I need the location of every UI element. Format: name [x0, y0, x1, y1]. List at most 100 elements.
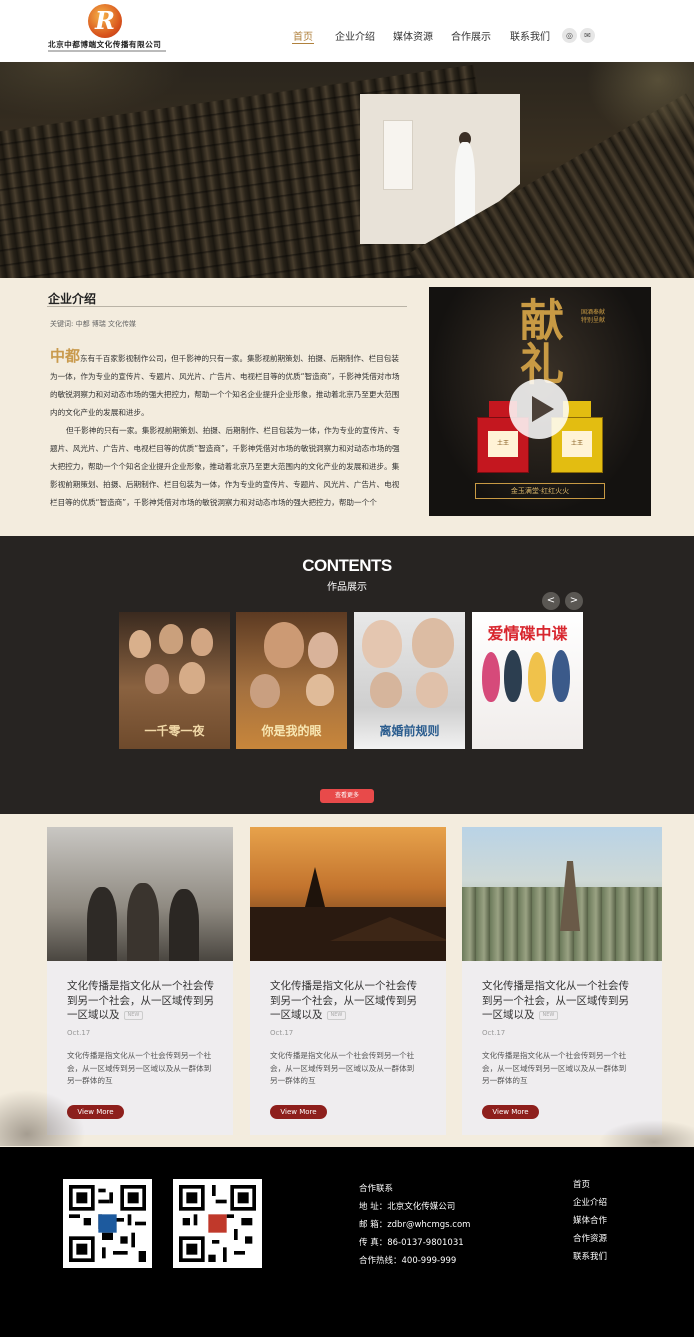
- site-header: R 北京中都博端文化传播有限公司 首页 企业介绍 媒体资源 合作展示 联系我们 …: [0, 0, 694, 62]
- poster-portrait: [264, 622, 304, 668]
- news-card[interactable]: 文化传播是指文化从一个社会传到另一个社会，从一区域传到另一区域以及 NEW Oct…: [462, 827, 662, 1135]
- footer-link-company-intro[interactable]: 企业介绍: [573, 1194, 607, 1212]
- nav-active-indicator: [292, 43, 314, 44]
- poster-card[interactable]: 离婚前规则: [354, 612, 465, 749]
- new-badge: NEW: [538, 1010, 559, 1020]
- promo-video[interactable]: 献礼 国酒奉献 特别呈献 土王 土王 金玉满堂·红红火火: [429, 287, 651, 516]
- poster-portrait: [250, 674, 280, 708]
- ink-decoration: [594, 1118, 694, 1148]
- poster-portrait: [412, 618, 454, 668]
- poster-portrait: [370, 672, 402, 708]
- card-title[interactable]: 文化传播是指文化从一个社会传到另一个社会，从一区域传到另一区域以及 NEW: [67, 979, 221, 1023]
- contact-heading: 合作联系: [359, 1184, 394, 1194]
- card-image: [250, 827, 446, 961]
- contact-hotline[interactable]: 合作热线：400-999-999: [359, 1252, 470, 1270]
- nav-media-resources[interactable]: 媒体资源: [393, 28, 433, 43]
- card-description: 文化传播是指文化从一个社会传到另一个社会，从一区域传到另一区域以及从一群体到另一…: [67, 1051, 212, 1085]
- qr-code-icon: [63, 1179, 152, 1268]
- company-name: 北京中都博端文化传播有限公司: [48, 40, 162, 49]
- poster-portrait: [308, 632, 338, 668]
- promo-headline: 献礼: [512, 297, 563, 385]
- poster-figure: [552, 650, 570, 702]
- prev-arrow-icon[interactable]: <: [542, 592, 560, 610]
- card-image: [47, 827, 233, 961]
- intro-lead: 中都: [50, 347, 81, 365]
- hero-banner: [0, 62, 694, 278]
- card-title[interactable]: 文化传播是指文化从一个社会传到另一个社会，从一区域传到另一区域以及 NEW: [482, 979, 636, 1023]
- intro-paragraph-2: 但千影神的只有一家。集影视前期策划、拍摄、后期制作、栏目包装为一体，作为专业的宣…: [50, 426, 401, 507]
- poster-portrait: [416, 672, 448, 708]
- card-image-figure: [169, 889, 199, 961]
- poster-portrait: [306, 674, 334, 706]
- promo-slogan: 金玉满堂·红红火火: [475, 483, 605, 499]
- qr-pattern: [69, 1185, 146, 1262]
- poster-figure: [482, 652, 500, 702]
- poster-title: 你是我的眼: [261, 724, 322, 738]
- nav-home[interactable]: 首页: [293, 28, 313, 43]
- logo-icon[interactable]: R: [88, 4, 122, 38]
- bottle-label: 土王: [488, 431, 518, 457]
- footer-nav: 首页 企业介绍 媒体合作 合作资源 联系我们: [573, 1176, 607, 1266]
- poster-portrait: [129, 630, 151, 658]
- card-date: Oct.17: [482, 1029, 506, 1037]
- poster-title: 离婚前规则: [379, 724, 440, 738]
- poster-title: 一千零一夜: [144, 724, 205, 738]
- promo-side-text: 国酒奉献 特别呈献: [581, 309, 606, 324]
- card-view-more-button[interactable]: View More: [270, 1105, 327, 1119]
- contact-fax: 传 真：86-0137-9801031: [359, 1238, 464, 1248]
- news-card[interactable]: 文化传播是指文化从一个社会传到另一个社会，从一区域传到另一区域以及 NEW Oct…: [250, 827, 446, 1135]
- new-badge: NEW: [123, 1010, 144, 1020]
- wechat-icon[interactable]: ✉: [580, 28, 595, 43]
- contact-email[interactable]: 邮 箱：zdbr@whcmgs.com: [359, 1216, 470, 1234]
- contact-address: 地 址：北京文化传媒公司: [359, 1202, 456, 1212]
- intro-divider: [47, 306, 407, 307]
- card-description: 文化传播是指文化从一个社会传到另一个社会，从一区域传到另一区域以及从一群体到另一…: [482, 1051, 627, 1085]
- poster-portrait: [145, 664, 169, 694]
- banner-door: [383, 120, 413, 190]
- intro-keywords: 关键词: 中都 博瑞 文化传媒: [50, 320, 137, 328]
- view-more-button[interactable]: 查看更多: [320, 789, 374, 803]
- poster-title: 爱情碟中谍: [487, 624, 568, 643]
- ink-decoration: [0, 1086, 90, 1146]
- card-image-figure: [87, 887, 117, 961]
- intro-paragraph-1: 中都东有千百家影视制作公司，但千影神的只有一家。集影视前期策划、拍摄、后期制作、…: [50, 347, 400, 417]
- weibo-icon[interactable]: ◎: [562, 28, 577, 43]
- site-footer: 合作联系 地 址：北京文化传媒公司 邮 箱：zdbr@whcmgs.com 传 …: [0, 1147, 694, 1337]
- contents-section: CONTENTS 作品展示 < > 一千零一夜 你是我的眼 离婚前规则 爱情碟中…: [0, 536, 694, 814]
- footer-link-cooperation-resources[interactable]: 合作资源: [573, 1230, 607, 1248]
- new-badge: NEW: [326, 1010, 347, 1020]
- intro-heading: 企业介绍: [48, 292, 97, 306]
- nav-cooperation[interactable]: 合作展示: [451, 28, 491, 43]
- card-date: Oct.17: [270, 1029, 294, 1037]
- poster-card[interactable]: 一千零一夜: [119, 612, 230, 749]
- card-title[interactable]: 文化传播是指文化从一个社会传到另一个社会，从一区域传到另一区域以及 NEW: [270, 979, 424, 1023]
- next-arrow-icon[interactable]: >: [565, 592, 583, 610]
- contact-info: 合作联系 地 址：北京文化传媒公司 邮 箱：zdbr@whcmgs.com 传 …: [359, 1180, 470, 1270]
- card-date: Oct.17: [67, 1029, 91, 1037]
- nav-company-intro[interactable]: 企业介绍: [335, 28, 375, 43]
- poster-figure: [528, 652, 546, 702]
- poster-figure: [504, 650, 522, 702]
- footer-link-contact[interactable]: 联系我们: [573, 1248, 607, 1266]
- card-description: 文化传播是指文化从一个社会传到另一个社会，从一区域传到另一区域以及从一群体到另一…: [270, 1051, 415, 1085]
- poster-card[interactable]: 爱情碟中谍: [472, 612, 583, 749]
- card-image-pagoda: [305, 867, 325, 907]
- poster-portrait: [159, 624, 183, 654]
- footer-link-media-cooperation[interactable]: 媒体合作: [573, 1212, 607, 1230]
- qr-pattern: [179, 1185, 256, 1262]
- contents-subtitle: 作品展示: [327, 582, 367, 593]
- banner-foliage-right: [574, 62, 694, 152]
- play-icon[interactable]: [509, 379, 569, 439]
- poster-card[interactable]: 你是我的眼: [236, 612, 347, 749]
- card-image-figure: [127, 883, 159, 961]
- poster-portrait: [362, 620, 402, 668]
- footer-link-home[interactable]: 首页: [573, 1176, 607, 1194]
- intro-body: 中都东有千百家影视制作公司，但千影神的只有一家。集影视前期策划、拍摄、后期制作、…: [50, 347, 402, 512]
- nav-contact[interactable]: 联系我们: [510, 28, 550, 43]
- card-image: [462, 827, 662, 961]
- logo-underline: [48, 50, 166, 52]
- card-view-more-button[interactable]: View More: [482, 1105, 539, 1119]
- bottle-label: 土王: [562, 431, 592, 457]
- qr-code-icon: [173, 1179, 262, 1268]
- poster-portrait: [191, 628, 213, 656]
